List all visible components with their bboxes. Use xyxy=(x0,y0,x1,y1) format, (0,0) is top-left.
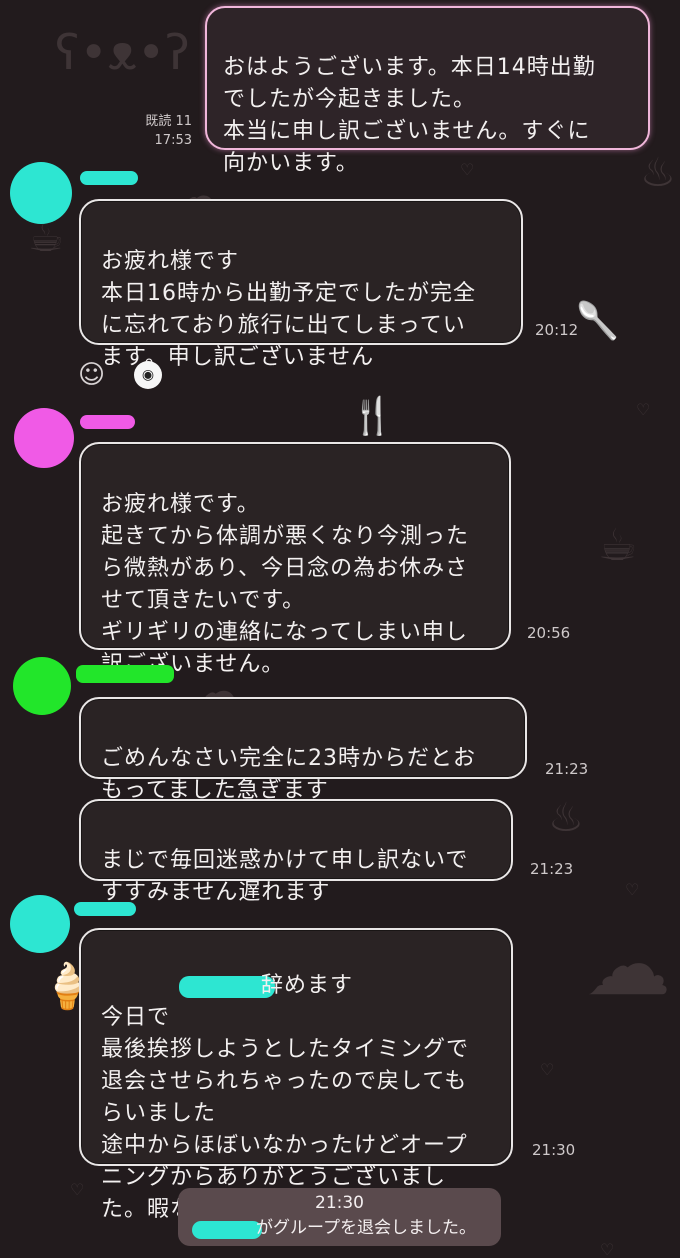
message-bubble[interactable]: お疲れ様です 本日16時から出勤予定でしたが完全 に忘れており旅行に出てしまって… xyxy=(79,199,523,370)
message-time: 21:30 xyxy=(532,1141,576,1159)
message-bubble[interactable]: お疲れ様です。 起きてから体調が悪くなり今測った ら微熱があり、今日念の為お休み… xyxy=(79,442,511,677)
message-bubble[interactable]: 今日で 辞めます 最後挨拶しようとしたタイミングで 退会させられちゃったので戻し… xyxy=(79,928,513,1222)
decor-heart-icon: ♡ xyxy=(70,1180,85,1199)
decor-fork-icon: 🍴 xyxy=(350,396,395,437)
decor-heart-icon: ♡ xyxy=(540,1060,555,1079)
sender-name xyxy=(80,415,135,429)
sender-name xyxy=(74,902,136,916)
decor-cupcake-icon: ♨ xyxy=(640,150,676,196)
system-time: 21:30 xyxy=(315,1193,364,1213)
decor-heart-icon: ♡ xyxy=(636,400,651,419)
sender-name xyxy=(80,171,138,185)
message-time: 21:23 xyxy=(530,860,574,878)
sender-name xyxy=(76,665,174,683)
system-text: がグループを退会しました。 xyxy=(256,1218,476,1238)
my-message-bubble[interactable]: おはようございます。本日14時出勤 でしたが今起きました。 本当に申し訳ございま… xyxy=(205,6,650,176)
decor-heart-icon: ♡ xyxy=(460,160,475,179)
message-bubble[interactable]: ごめんなさい完全に23時からだとお もってました急ぎます xyxy=(79,697,527,803)
system-notice: 21:30 がグループを退会しました。 xyxy=(178,1188,501,1246)
message-text: お疲れ様です。 起きてから体調が悪くなり今測った ら微熱があり、今日念の為お休み… xyxy=(101,492,470,677)
read-count: 既読 11 xyxy=(145,114,192,129)
avatar[interactable] xyxy=(10,162,72,224)
message-bubble[interactable]: まじで毎回迷惑かけて申し訳ないで すすみません遅れます xyxy=(79,799,513,905)
decor-cloud-icon: ☁ xyxy=(585,915,671,1015)
decor-cupcake-icon: ♨ xyxy=(548,795,584,841)
message-text-prefix: 今日で xyxy=(101,1005,171,1030)
message-time: 20:12 xyxy=(535,321,579,339)
redacted-name xyxy=(192,1221,262,1239)
avatar[interactable] xyxy=(13,657,71,715)
decor-bear-icon: ʕ•ᴥ•ʔ xyxy=(55,25,190,81)
message-time: 20:56 xyxy=(527,624,571,642)
system-text-row: がグループを退会しました。 xyxy=(178,1216,501,1241)
message-text-suffix: 辞めます xyxy=(261,973,354,998)
decor-spoon-icon: 🥄 xyxy=(575,301,620,342)
avatar[interactable] xyxy=(14,408,74,468)
decor-heart-icon: ♡ xyxy=(600,1240,615,1258)
message-time: 17:53 xyxy=(154,133,192,148)
message-time: 21:23 xyxy=(545,760,589,778)
decor-heart-icon: ♡ xyxy=(625,880,640,899)
message-first-line: 今日で 辞めます xyxy=(101,970,491,1030)
read-receipt: 既読 11 17:53 xyxy=(120,112,192,150)
decor-cup-icon: ☕ xyxy=(598,520,638,571)
surprised-face-sticker[interactable]: ◉ xyxy=(134,361,162,389)
avatar[interactable] xyxy=(10,895,70,953)
smile-icon[interactable]: ☺ xyxy=(78,360,105,390)
